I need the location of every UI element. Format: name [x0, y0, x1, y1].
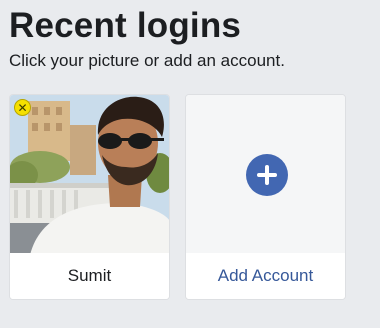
account-card-sumit[interactable]: ✕ Sumit: [9, 94, 170, 300]
page-subtitle: Click your picture or add an account.: [9, 51, 285, 70]
plus-icon[interactable]: [245, 154, 288, 196]
recent-logins-page: Recent logins Click your picture or add …: [0, 0, 380, 328]
close-icon[interactable]: ✕: [14, 99, 31, 116]
profile-picture[interactable]: ✕: [10, 95, 169, 255]
profile-photo-image: [10, 95, 169, 255]
add-account-card[interactable]: Add Account: [185, 94, 346, 300]
page-title: Recent logins: [9, 6, 242, 45]
add-account-area[interactable]: [186, 95, 345, 255]
account-name[interactable]: Sumit: [10, 253, 169, 299]
add-account-label[interactable]: Add Account: [186, 253, 345, 299]
